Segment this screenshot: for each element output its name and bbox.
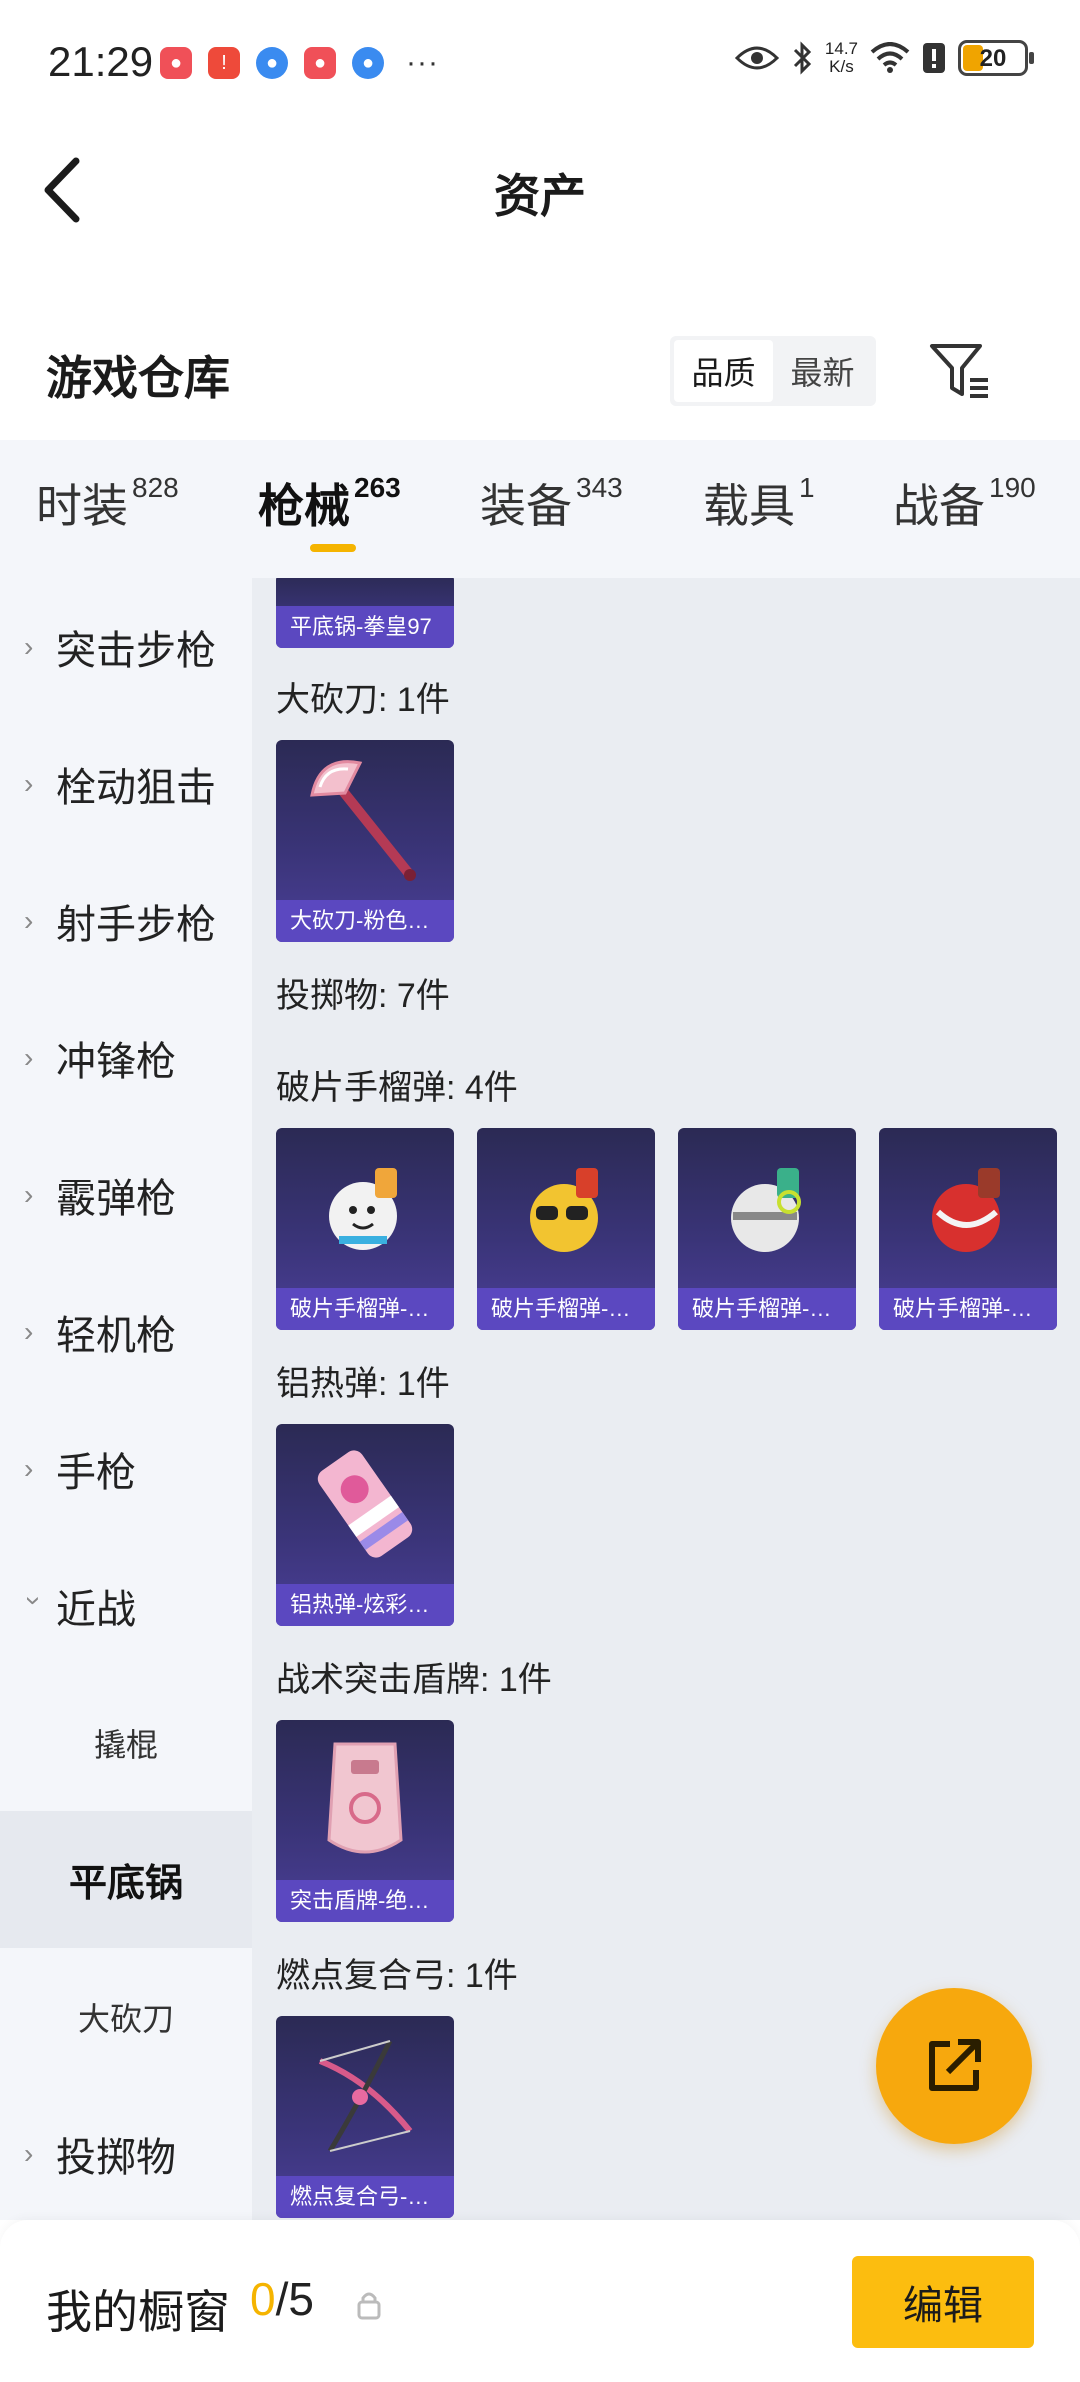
- warehouse-row: 游戏仓库 品质 最新: [0, 320, 1080, 440]
- bow-icon: [276, 2016, 454, 2176]
- sidebar-sub-pan[interactable]: 平底锅: [0, 1811, 252, 1948]
- page-title: 资产: [494, 170, 586, 222]
- active-tab-indicator: [310, 544, 356, 552]
- sidebar-item-marksman-rifle[interactable]: › 射手步枪: [0, 852, 252, 989]
- sidebar-item-pistol[interactable]: › 手枪: [0, 1400, 252, 1537]
- item-card-frag-grenade[interactable]: 破片手榴弹-…: [879, 1128, 1057, 1330]
- eye-icon: [734, 46, 779, 70]
- sidebar-item-bolt-sniper[interactable]: › 栓动狙击: [0, 715, 252, 852]
- sidebar-item-shotgun[interactable]: › 霰弹枪: [0, 1126, 252, 1263]
- network-speed: 14.7 K/s: [824, 39, 858, 76]
- filter-icon: [930, 344, 988, 398]
- sidebar-item-assault-rifle[interactable]: › 突击步枪: [0, 578, 252, 715]
- section-label-shield: 战术突击盾牌: 1件: [276, 1661, 552, 1699]
- sort-toggle: 品质 最新: [670, 336, 876, 406]
- showcase-title: 我的橱窗: [46, 2286, 230, 2338]
- item-card-name: 破片手榴弹-…: [276, 1288, 454, 1330]
- shopping-bag-icon: ●: [304, 47, 336, 79]
- wifi-icon: [870, 42, 910, 73]
- status-time: 21:29: [48, 38, 154, 85]
- item-card-machete[interactable]: 大砍刀-粉色…: [276, 740, 454, 942]
- white-grenade-icon: [678, 1128, 856, 1288]
- notification-icons: ● ! ● ● ● ···: [160, 46, 439, 80]
- tab-supplies[interactable]: 战备 190: [893, 470, 1036, 536]
- sidebar-sub-machete[interactable]: 大砍刀: [0, 1948, 252, 2085]
- external-link-icon: [929, 2039, 981, 2091]
- item-card-compound-bow[interactable]: 燃点复合弓-…: [276, 2016, 454, 2218]
- chevron-right-icon: ›: [24, 767, 34, 799]
- section-label-frag-grenade: 破片手榴弹: 4件: [276, 1069, 518, 1107]
- chevron-right-icon: ›: [24, 1315, 34, 1347]
- sidebar-sub-crowbar[interactable]: 撬棍: [0, 1674, 252, 1811]
- showcase-bar: 我的橱窗 0/5 编辑: [0, 2220, 1080, 2382]
- section-label-machete: 大砍刀: 1件: [276, 681, 450, 719]
- snowman-grenade-icon: [276, 1128, 454, 1288]
- tab-fashion[interactable]: 时装 828: [36, 470, 179, 536]
- bluetooth-icon: [793, 41, 812, 75]
- sidebar-item-throwables[interactable]: › 投掷物: [0, 2085, 252, 2222]
- item-card-thermite[interactable]: 铝热弹-炫彩…: [276, 1424, 454, 1626]
- item-card-frag-grenade[interactable]: 破片手榴弹-…: [678, 1128, 856, 1330]
- browser-icon: ●: [352, 47, 384, 79]
- item-card-frag-grenade[interactable]: 破片手榴弹-…: [477, 1128, 655, 1330]
- red-grenade-icon: [879, 1128, 1057, 1288]
- chevron-right-icon: ›: [24, 630, 34, 662]
- lock-icon: [356, 2290, 382, 2320]
- section-label-throwables: 投掷物: 7件: [276, 977, 450, 1015]
- item-card-pan[interactable]: 平底锅-拳皇97: [276, 578, 454, 648]
- item-card-name: 平底锅-拳皇97: [276, 606, 454, 648]
- sidebar-item-smg[interactable]: › 冲锋枪: [0, 989, 252, 1126]
- sunglasses-grenade-icon: [477, 1128, 655, 1288]
- item-card-name: 燃点复合弓-…: [276, 2176, 454, 2218]
- browser-icon: ●: [256, 47, 288, 79]
- sim-alert-icon: [923, 43, 945, 73]
- item-card-frag-grenade[interactable]: 破片手榴弹-…: [276, 1128, 454, 1330]
- sort-quality-button[interactable]: 品质: [674, 340, 773, 402]
- section-label-thermite: 铝热弹: 1件: [276, 1365, 450, 1403]
- alert-app-icon: !: [208, 47, 240, 79]
- sidebar-item-lmg[interactable]: › 轻机枪: [0, 1263, 252, 1400]
- item-card-name: 铝热弹-炫彩…: [276, 1584, 454, 1626]
- tab-equipment[interactable]: 装备 343: [480, 470, 623, 536]
- item-card-shield[interactable]: 突击盾牌-绝…: [276, 1720, 454, 1922]
- chevron-right-icon: ›: [24, 2137, 34, 2169]
- shield-icon: [276, 1720, 454, 1880]
- app-header: 资产: [0, 120, 1080, 260]
- battery-indicator: 20: [958, 40, 1034, 76]
- chevron-right-icon: ›: [24, 1178, 34, 1210]
- chevron-right-icon: ›: [24, 1452, 34, 1484]
- item-grid-area: 平底锅-拳皇97 大砍刀: 1件 大砍刀-粉色… 投掷物: 7件 破片手榴弹: …: [252, 578, 1080, 2220]
- shopping-bag-icon: ●: [160, 47, 192, 79]
- tab-vehicles[interactable]: 载具 1: [703, 470, 815, 536]
- sort-newest-button[interactable]: 最新: [773, 340, 872, 402]
- sidebar-item-melee[interactable]: › 近战: [0, 1537, 252, 1674]
- share-fab-button[interactable]: [876, 1988, 1032, 2144]
- weapon-type-sidebar: › 突击步枪 › 栓动狙击 › 射手步枪 › 冲锋枪 › 霰弹枪 › 轻机枪 › 手枪 › 近战…: [0, 578, 252, 2220]
- category-tabs: 时装 828 枪械 263 装备 343 载具 1 战备 190: [0, 440, 1080, 578]
- showcase-count: 0/5: [250, 2273, 314, 2325]
- item-card-name: 突击盾牌-绝…: [276, 1880, 454, 1922]
- filter-button[interactable]: [928, 340, 992, 404]
- warehouse-title: 游戏仓库: [46, 352, 230, 404]
- axe-icon: [276, 740, 454, 900]
- chevron-right-icon: ›: [24, 904, 34, 936]
- status-bar: 21:29 ● ! ● ● ● ··· 14.7 K/s 20: [0, 0, 1080, 120]
- item-card-name: 破片手榴弹-…: [879, 1288, 1057, 1330]
- item-card-name: 大砍刀-粉色…: [276, 900, 454, 942]
- section-label-compound-bow: 燃点复合弓: 1件: [276, 1957, 518, 1995]
- chevron-down-icon: ›: [19, 1595, 50, 1605]
- more-notifications-icon: ···: [406, 46, 439, 79]
- candy-grenade-icon: [276, 1424, 454, 1584]
- tab-firearms[interactable]: 枪械 263: [258, 470, 401, 536]
- item-card-name: 破片手榴弹-…: [678, 1288, 856, 1330]
- status-right: 14.7 K/s 20: [734, 39, 1034, 76]
- item-card-name: 破片手榴弹-…: [477, 1288, 655, 1330]
- edit-button[interactable]: 编辑: [852, 2256, 1034, 2348]
- chevron-right-icon: ›: [24, 1041, 34, 1073]
